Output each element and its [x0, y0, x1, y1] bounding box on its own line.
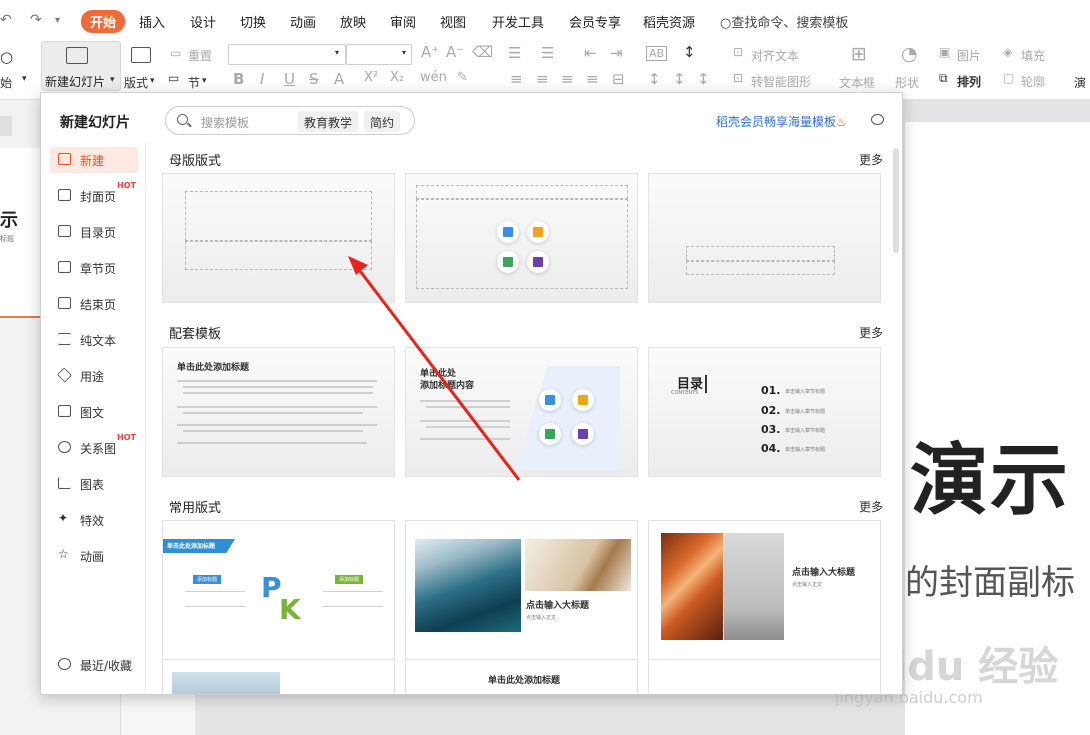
arrow-shaft — [355, 266, 521, 481]
arrow-head — [348, 256, 368, 275]
annotation-arrow — [348, 256, 521, 481]
wps-presentation-window: { "menubar": { "tabs": [ {"label": "开始"}… — [0, 0, 1090, 735]
